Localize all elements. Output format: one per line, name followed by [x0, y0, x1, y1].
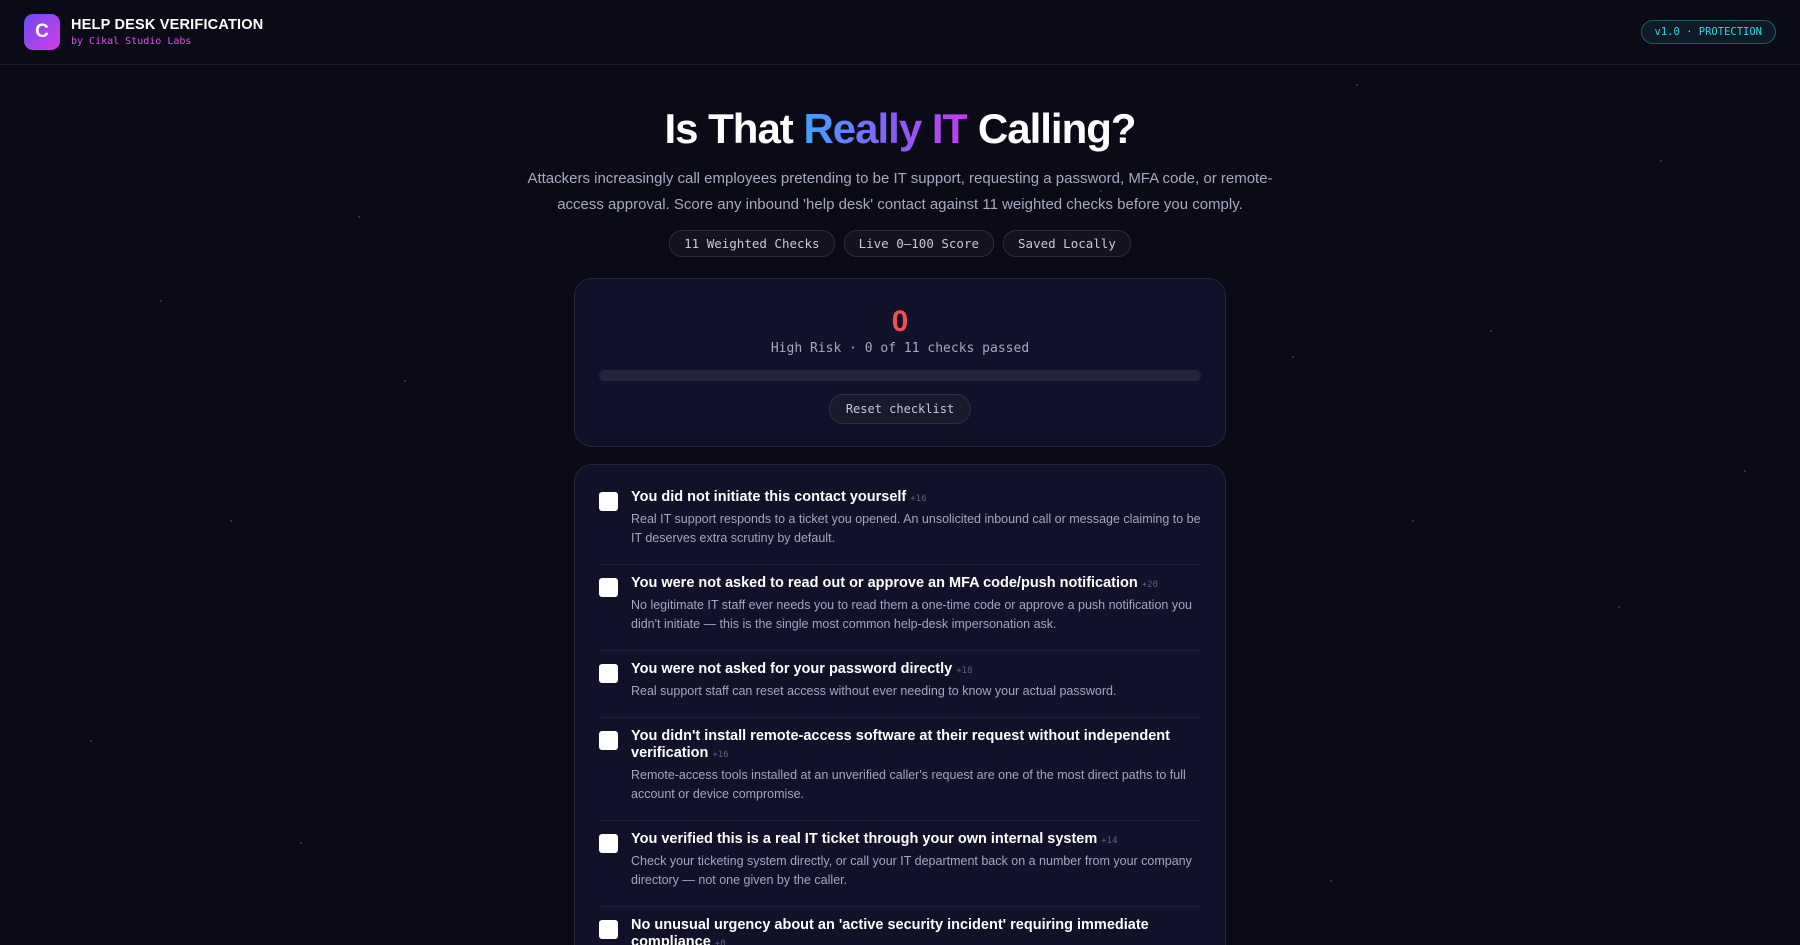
feature-chip: 11 Weighted Checks: [669, 230, 835, 257]
checkbox[interactable]: [599, 731, 618, 750]
checklist-item-text: You were not asked for your password dir…: [631, 661, 1201, 701]
checklist-item-weight: +8: [714, 939, 726, 945]
checklist-item[interactable]: You were not asked for your password dir…: [599, 651, 1201, 718]
brand: HELP DESK VERIFICATION by Cikal Studio L…: [71, 17, 263, 47]
checklist-item[interactable]: You verified this is a real IT ticket th…: [599, 821, 1201, 907]
checklist-item-description: Real IT support responds to a ticket you…: [631, 512, 1201, 545]
title-part-before: Is That: [664, 105, 793, 152]
checklist-item-weight: +14: [1101, 836, 1118, 846]
checklist-item-title: No unusual urgency about an 'active secu…: [631, 917, 1201, 945]
checklist-item-label: You were not asked for your password dir…: [631, 661, 953, 677]
checklist-item[interactable]: You did not initiate this contact yourse…: [599, 479, 1201, 565]
checklist-item-label: You did not initiate this contact yourse…: [631, 489, 907, 505]
checklist-item-label: You verified this is a real IT ticket th…: [631, 831, 1098, 847]
checklist-item-title: You verified this is a real IT ticket th…: [631, 831, 1201, 850]
score-progress-bar: [599, 370, 1201, 381]
title-part-after: Calling?: [977, 105, 1137, 152]
checklist-item[interactable]: No unusual urgency about an 'active secu…: [599, 907, 1201, 945]
checklist-item-description: Check your ticketing system directly, or…: [631, 854, 1192, 887]
checklist-item-text: You verified this is a real IT ticket th…: [631, 831, 1201, 890]
feature-chip: Live 0–100 Score: [843, 230, 995, 257]
checklist-item[interactable]: You were not asked to read out or approv…: [599, 565, 1201, 651]
page-title: Is That Really IT Calling?: [0, 105, 1800, 153]
checklist-item-description: Remote-access tools installed at an unve…: [631, 768, 1186, 801]
reset-checklist-button[interactable]: Reset checklist: [828, 394, 972, 424]
version-badge: v1.0 · PROTECTION: [1640, 20, 1776, 44]
checklist-item-description: Real support staff can reset access with…: [631, 684, 1117, 698]
checkbox[interactable]: [599, 664, 618, 683]
checklist-item-title: You did not initiate this contact yourse…: [631, 489, 1201, 508]
app-subtitle: by Cikal Studio Labs: [71, 36, 192, 47]
checklist-item-weight: +16: [712, 750, 729, 760]
app-header: C HELP DESK VERIFICATION by Cikal Studio…: [0, 0, 1800, 65]
feature-chips: 11 Weighted Checks Live 0–100 Score Save…: [0, 230, 1800, 257]
checklist-item-label: No unusual urgency about an 'active secu…: [631, 917, 1149, 945]
checklist-item-weight: +20: [1141, 580, 1159, 590]
checklist-item[interactable]: You didn't install remote-access softwar…: [599, 718, 1201, 821]
score-value: 0: [891, 305, 909, 338]
checklist-item-description: No legitimate IT staff ever needs you to…: [631, 598, 1192, 631]
checklist-item-text: No unusual urgency about an 'active secu…: [631, 917, 1201, 945]
brand-logo: C: [24, 14, 60, 50]
checklist-item-title: You were not asked to read out or approv…: [631, 575, 1201, 594]
checklist: You did not initiate this contact yourse…: [574, 464, 1226, 945]
checklist-item-title: You were not asked for your password dir…: [631, 661, 1201, 680]
checklist-item-text: You were not asked to read out or approv…: [631, 575, 1201, 634]
checklist-item-text: You didn't install remote-access softwar…: [631, 728, 1201, 804]
checklist-item-label: You were not asked to read out or approv…: [631, 575, 1138, 591]
checkbox[interactable]: [599, 834, 618, 853]
feature-chip: Saved Locally: [1003, 230, 1131, 257]
checkbox[interactable]: [599, 578, 618, 597]
checklist-item-weight: +18: [956, 666, 973, 676]
score-status: High Risk · 0 of 11 checks passed: [770, 341, 1030, 356]
app-title: HELP DESK VERIFICATION: [71, 17, 264, 33]
page-description: Attackers increasingly call employees pr…: [527, 170, 1273, 213]
checkbox[interactable]: [599, 492, 618, 511]
score-card: 0 High Risk · 0 of 11 checks passed Rese…: [574, 278, 1226, 447]
checklist-item-text: You did not initiate this contact yourse…: [631, 489, 1201, 548]
title-highlight: Really IT: [803, 105, 968, 152]
checklist-item-weight: +16: [910, 494, 927, 504]
checkbox[interactable]: [599, 920, 618, 939]
checklist-item-title: You didn't install remote-access softwar…: [631, 728, 1201, 764]
